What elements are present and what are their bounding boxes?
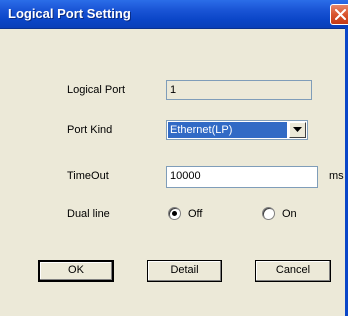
logical-port-value: 1 (170, 84, 177, 96)
timeout-unit: ms (329, 170, 344, 182)
timeout-input[interactable]: 10000 (166, 166, 318, 188)
close-icon (335, 9, 346, 20)
logical-port-field: 1 (166, 80, 312, 100)
dropdown-button[interactable] (289, 122, 306, 138)
window-title: Logical Port Setting (8, 6, 131, 21)
timeout-value: 10000 (170, 170, 201, 182)
dual-line-on-label[interactable]: On (282, 208, 297, 220)
dual-line-off-label[interactable]: Off (188, 208, 202, 220)
detail-button[interactable]: Detail (147, 260, 222, 282)
dual-line-off-radio[interactable] (168, 207, 181, 220)
radio-selected-dot (172, 211, 177, 216)
logical-port-label: Logical Port (67, 84, 126, 96)
port-kind-label: Port Kind (67, 124, 113, 136)
dual-line-label: Dual line (67, 208, 110, 220)
dual-line-on-radio[interactable] (262, 207, 275, 220)
title-bar: Logical Port Setting (0, 0, 348, 29)
port-kind-selected: Ethernet(LP) (168, 122, 287, 138)
chevron-down-icon (293, 127, 302, 132)
timeout-label: TimeOut (67, 170, 109, 182)
ok-button[interactable]: OK (38, 260, 114, 282)
port-kind-select[interactable]: Ethernet(LP) (166, 120, 308, 140)
close-button[interactable] (330, 4, 348, 25)
cancel-button[interactable]: Cancel (255, 260, 331, 282)
